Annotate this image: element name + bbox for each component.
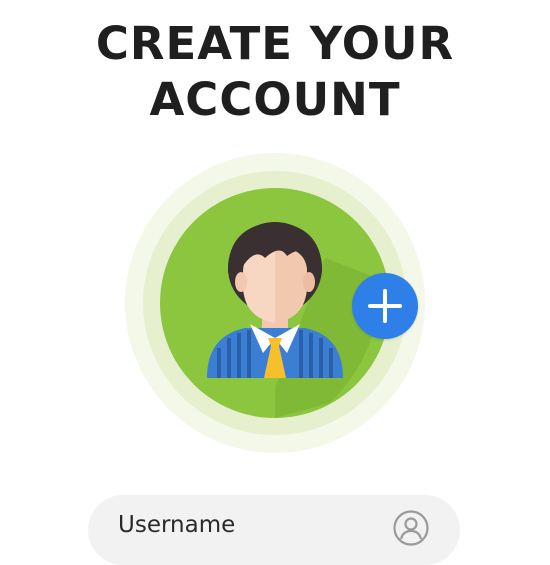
avatar-picker[interactable]	[115, 148, 435, 468]
plus-icon	[368, 289, 402, 323]
username-field[interactable]: Username	[88, 495, 460, 565]
add-photo-button[interactable]	[352, 273, 418, 339]
title-line-1: CREATE YOUR	[95, 17, 455, 70]
username-placeholder: Username	[118, 512, 236, 538]
user-circle-icon	[393, 510, 429, 546]
title-line-2: ACCOUNT	[149, 73, 401, 126]
page-title: CREATE YOUR ACCOUNT	[0, 16, 550, 128]
